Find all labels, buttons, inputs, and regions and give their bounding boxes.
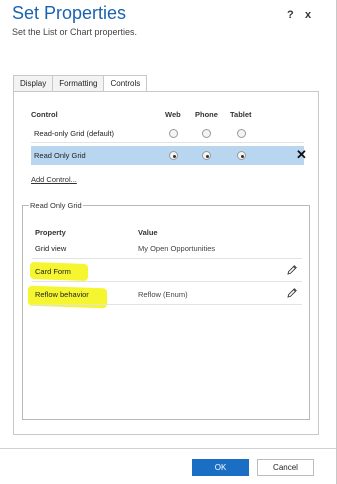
set-properties-dialog: Set Properties Set the List or Chart pro…	[0, 0, 337, 484]
property-group-title: Read Only Grid	[29, 201, 83, 210]
property-row-grid-view[interactable]: Grid view My Open Opportunities	[32, 237, 302, 259]
close-button[interactable]: x	[305, 9, 311, 21]
value-column-header: Value	[138, 228, 158, 237]
ok-button[interactable]: OK	[192, 459, 249, 476]
control-row[interactable]: Read-only Grid (default)	[31, 124, 304, 143]
dialog-subtitle: Set the List or Chart properties.	[12, 27, 138, 37]
tablet-column-header: Tablet	[230, 110, 252, 119]
edit-pencil-icon[interactable]	[286, 264, 298, 278]
tab-formatting[interactable]: Formatting	[52, 75, 105, 92]
phone-column-header: Phone	[195, 110, 218, 119]
phone-radio[interactable]	[202, 151, 211, 160]
property-name: Card Form	[35, 267, 71, 276]
tablet-radio[interactable]	[237, 151, 246, 160]
property-column-header: Property	[35, 228, 66, 237]
web-column-header: Web	[165, 110, 181, 119]
cancel-button[interactable]: Cancel	[257, 459, 314, 476]
control-row-label: Read Only Grid	[34, 151, 86, 160]
controls-panel: Control Web Phone Tablet Read-only Grid …	[13, 91, 319, 435]
dialog-title: Set Properties	[12, 3, 127, 23]
tablet-radio[interactable]	[237, 129, 246, 138]
property-name: Reflow behavior	[35, 290, 89, 299]
remove-control-icon[interactable]: ✕	[296, 147, 307, 163]
add-control-link[interactable]: Add Control...	[31, 175, 77, 184]
property-value: My Open Opportunities	[138, 244, 216, 253]
web-radio[interactable]	[169, 129, 178, 138]
property-row-card-form[interactable]: Card Form	[32, 260, 302, 282]
tab-display[interactable]: Display	[13, 75, 54, 92]
dialog-footer: OK Cancel	[0, 448, 336, 484]
phone-radio[interactable]	[202, 129, 211, 138]
property-value: Reflow (Enum)	[138, 290, 188, 299]
property-name: Grid view	[35, 244, 67, 253]
help-button[interactable]: ?	[287, 9, 294, 21]
property-group: Read Only Grid Property Value Grid view …	[22, 201, 310, 420]
web-radio[interactable]	[169, 151, 178, 160]
control-row-label: Read-only Grid (default)	[34, 129, 115, 138]
property-row-reflow-behavior[interactable]: Reflow behavior Reflow (Enum)	[32, 283, 302, 305]
tab-bar: Display Formatting Controls	[13, 75, 148, 93]
control-row-selected[interactable]: Read Only Grid ✕	[31, 146, 307, 165]
edit-pencil-icon[interactable]	[286, 287, 298, 301]
control-column-header: Control	[31, 110, 58, 119]
